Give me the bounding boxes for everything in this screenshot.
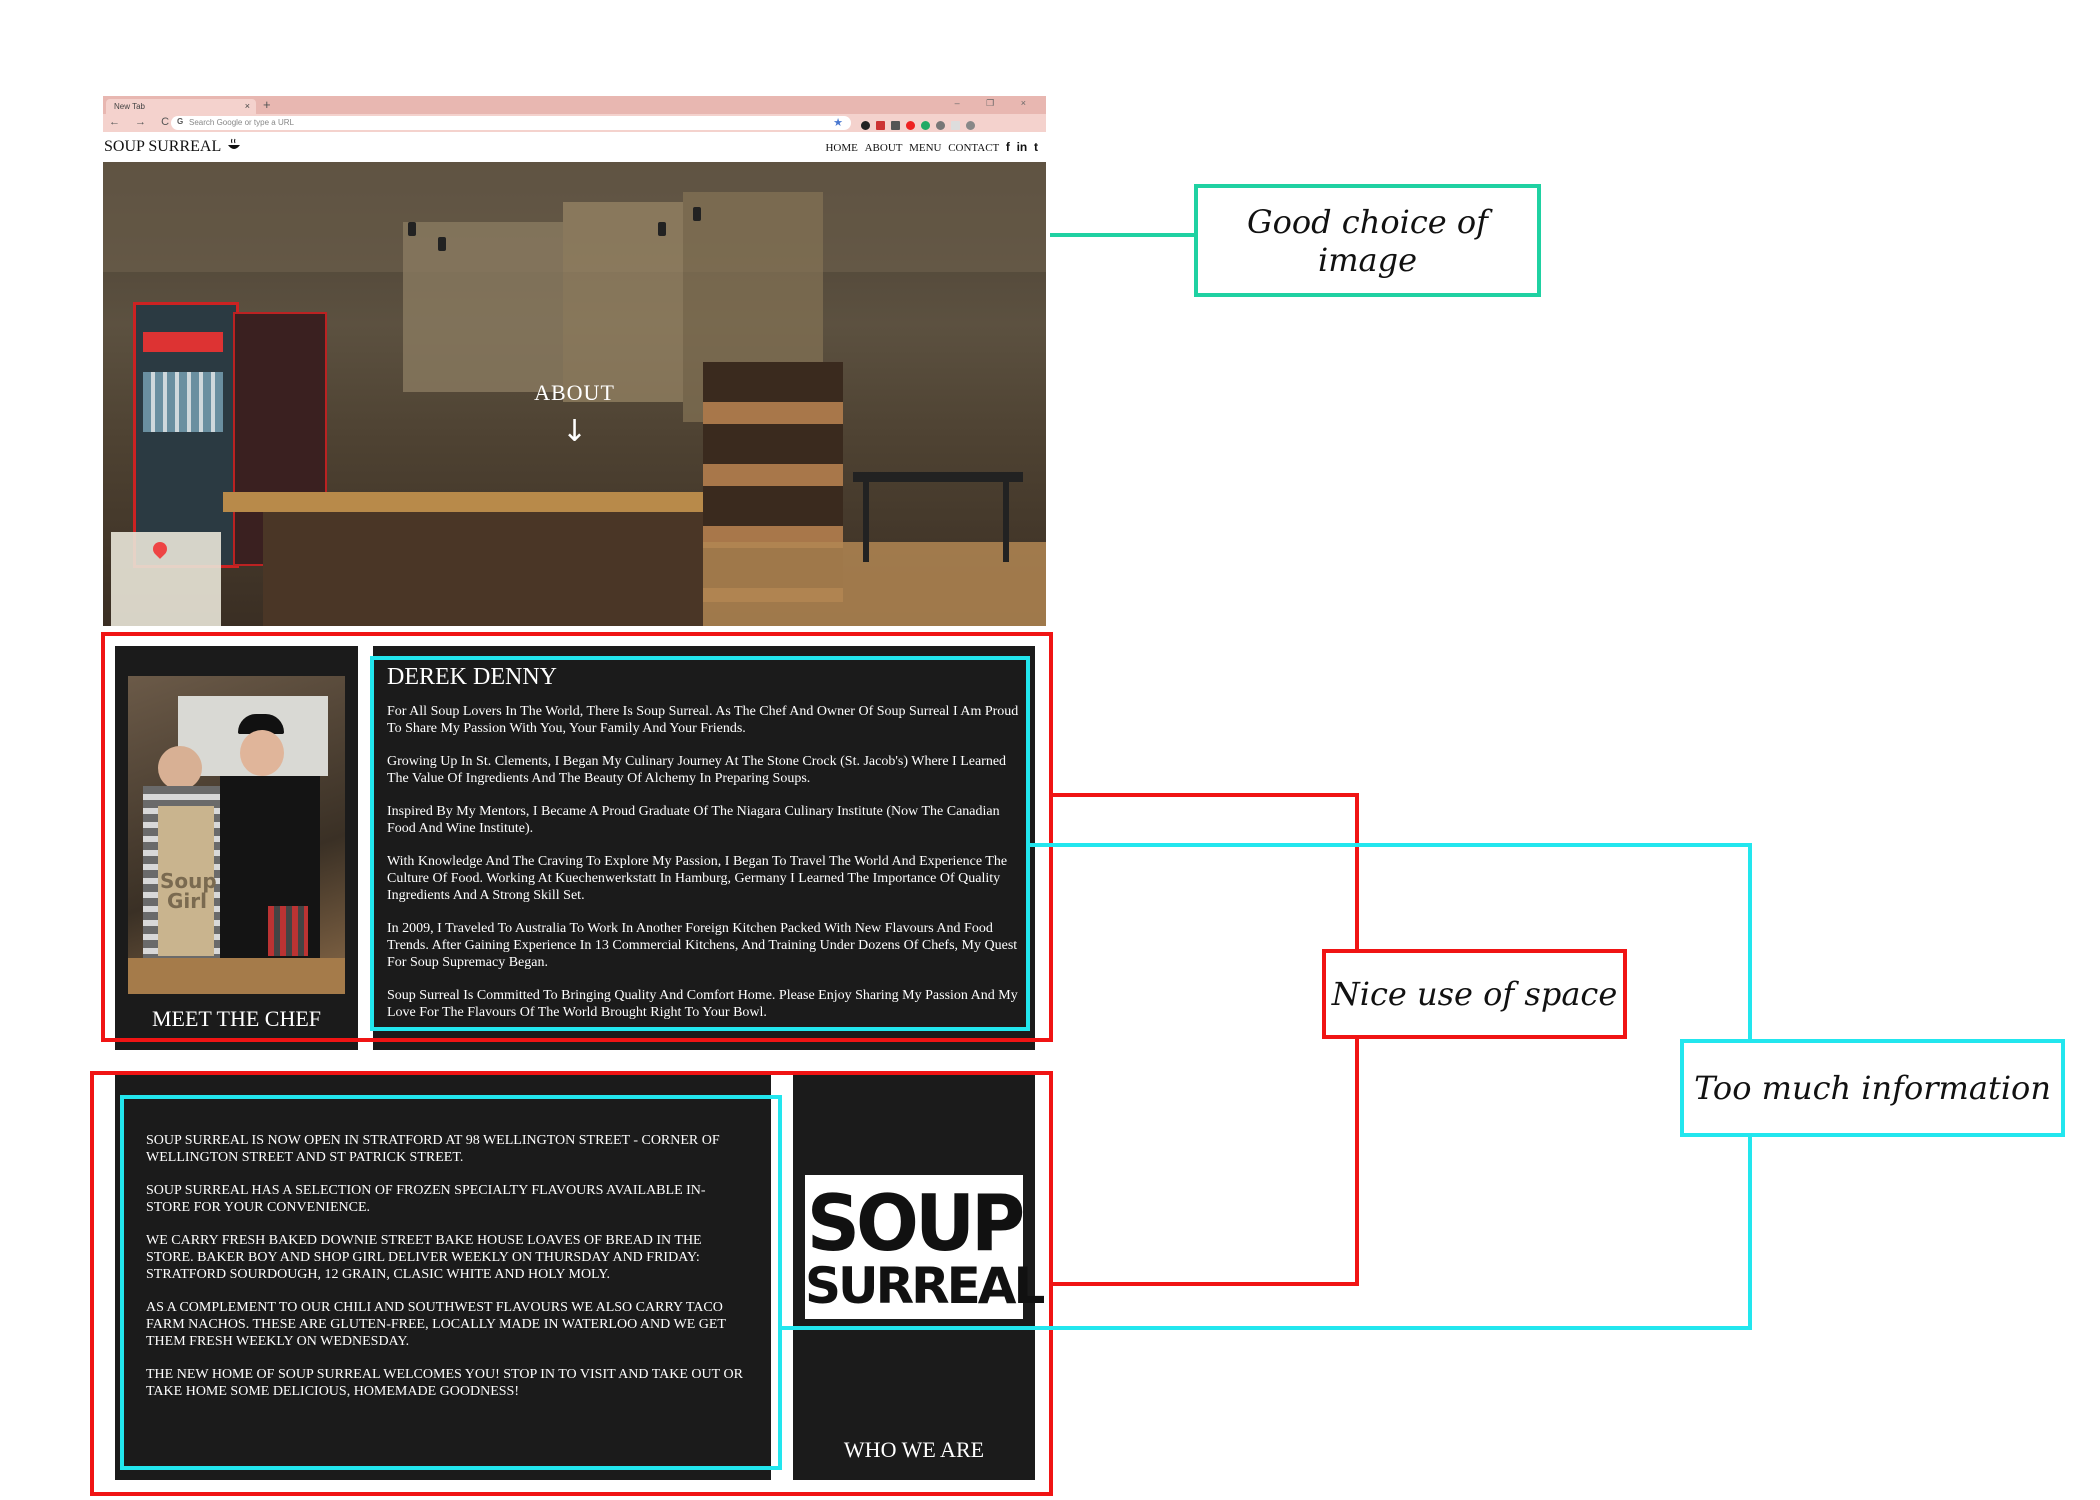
annotation-too-much-info: Too much information bbox=[1680, 1039, 2065, 1137]
bowl-icon bbox=[228, 138, 240, 149]
bookmark-star-icon[interactable]: ★ bbox=[833, 116, 843, 129]
connector-line bbox=[1748, 1136, 1752, 1330]
extension-icon[interactable] bbox=[921, 121, 930, 130]
arrow-down-icon[interactable]: ↓ bbox=[103, 414, 1046, 449]
highlight-news-text bbox=[120, 1095, 782, 1470]
extension-icon[interactable] bbox=[876, 121, 885, 130]
browser-window: New Tab × + – ❐ × ← → C G Search Google … bbox=[103, 96, 1046, 626]
twitter-icon[interactable]: t bbox=[1034, 140, 1038, 154]
tab-title: New Tab bbox=[114, 102, 145, 111]
nav-home[interactable]: HOME bbox=[825, 142, 857, 154]
nav-about[interactable]: ABOUT bbox=[865, 142, 903, 154]
linkedin-icon[interactable]: in bbox=[1017, 140, 1028, 154]
address-bar: ← → C G Search Google or type a URL ★ bbox=[103, 114, 1046, 132]
connector-line bbox=[1355, 793, 1359, 953]
profile-avatar[interactable] bbox=[966, 121, 975, 130]
connector-line bbox=[782, 1326, 1752, 1330]
browser-tab[interactable]: New Tab × bbox=[106, 99, 256, 114]
connector-line bbox=[1030, 843, 1752, 847]
connector-line bbox=[1053, 793, 1359, 797]
hero-image: ABOUT ↓ bbox=[103, 162, 1046, 626]
facebook-icon[interactable]: f bbox=[1006, 140, 1010, 154]
new-tab-button[interactable]: + bbox=[263, 97, 271, 112]
google-icon: G bbox=[177, 117, 184, 126]
extension-icons bbox=[861, 117, 981, 130]
extension-icon[interactable] bbox=[906, 121, 915, 130]
main-nav: HOME ABOUT MENU CONTACT f in t bbox=[821, 140, 1038, 154]
annotation-nice-space: Nice use of space bbox=[1322, 949, 1627, 1039]
omnibox-placeholder: Search Google or type a URL bbox=[189, 118, 294, 127]
connector-line bbox=[1053, 1282, 1359, 1286]
tab-bar: New Tab × + – ❐ × bbox=[103, 96, 1046, 114]
nav-contact[interactable]: CONTACT bbox=[948, 142, 999, 154]
close-tab-icon[interactable]: × bbox=[245, 101, 250, 111]
browser-nav-buttons[interactable]: ← → C bbox=[109, 116, 175, 128]
connector-line bbox=[1748, 843, 1752, 1040]
connector-line bbox=[1050, 233, 1196, 237]
brand-name[interactable]: SOUP SURREAL bbox=[104, 138, 221, 156]
window-controls[interactable]: – ❐ × bbox=[955, 98, 1038, 109]
extension-icon[interactable] bbox=[951, 121, 960, 130]
extension-icon[interactable] bbox=[891, 121, 900, 130]
extension-icon[interactable] bbox=[936, 121, 945, 130]
omnibox-input[interactable]: G Search Google or type a URL ★ bbox=[171, 116, 851, 130]
connector-line bbox=[1355, 1036, 1359, 1286]
site-header: SOUP SURREAL HOME ABOUT MENU CONTACT f i… bbox=[103, 132, 1046, 162]
highlight-chef-text bbox=[370, 656, 1030, 1031]
extension-icon[interactable] bbox=[861, 121, 870, 130]
annotation-good-image: Good choice of image bbox=[1194, 184, 1541, 297]
nav-menu[interactable]: MENU bbox=[909, 142, 941, 154]
hero-about-label[interactable]: ABOUT bbox=[103, 380, 1046, 406]
